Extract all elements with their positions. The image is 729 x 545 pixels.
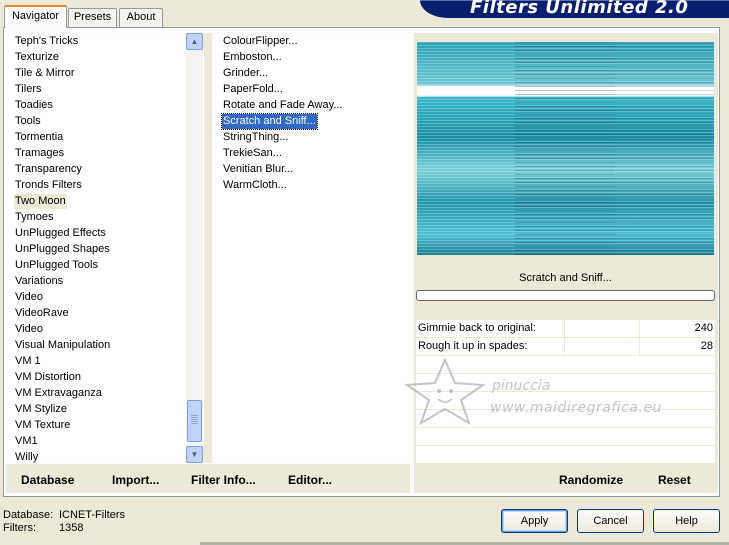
status-database-value: ICNET-Filters (59, 509, 125, 521)
preview-filter-name: Scratch and Sniff... (519, 272, 612, 284)
param-row[interactable]: Gimmie back to original: 240 (416, 320, 715, 338)
progress-bar (416, 290, 715, 301)
preview-image (417, 42, 714, 255)
filter-item[interactable]: Scratch and Sniff... (221, 113, 318, 130)
reset-button[interactable]: Reset (658, 473, 691, 487)
category-item[interactable]: Video (14, 322, 44, 337)
database-button[interactable]: Database (21, 473, 74, 487)
app-title: Filters Unlimited 2.0 (470, 0, 689, 18)
category-item[interactable]: UnPlugged Tools (14, 258, 99, 273)
star-watermark-icon (405, 357, 486, 425)
cancel-button[interactable]: Cancel (577, 509, 644, 533)
tab-about[interactable]: About (119, 8, 163, 27)
list-divider (204, 33, 212, 463)
category-item[interactable]: VM 1 (14, 354, 42, 369)
filter-item[interactable]: TrekieSan... (222, 146, 283, 161)
category-item[interactable]: VM Extravaganza (14, 386, 103, 401)
scroll-up-arrow-icon[interactable]: ▲ (186, 33, 203, 50)
scroll-down-arrow-icon[interactable]: ▼ (186, 446, 203, 463)
category-item[interactable]: Tormentia (14, 130, 64, 145)
filter-item[interactable]: Emboston... (222, 50, 283, 65)
filter-item[interactable]: WarmCloth... (222, 178, 288, 193)
param-row[interactable]: Rough it up in spades: 28 (416, 338, 715, 356)
category-item[interactable]: Tronds Filters (14, 178, 83, 193)
category-item[interactable]: Tramages (14, 146, 65, 161)
import-button[interactable]: Import... (112, 473, 159, 487)
category-item[interactable]: Texturize (14, 50, 60, 65)
category-item[interactable]: Two Moon (14, 194, 67, 209)
watermark-url: www.maidiregrafica.eu (490, 400, 662, 416)
category-scrollbar[interactable]: ▲ ▼ (186, 33, 203, 463)
category-item[interactable]: Transparency (14, 162, 83, 177)
param-row-empty (416, 446, 715, 464)
filter-item[interactable]: StringThing... (222, 130, 289, 145)
watermark-text: pinuccia (492, 378, 551, 394)
category-list[interactable]: Teph's Tricks Texturize Tile & Mirror Tiler… (8, 33, 204, 463)
category-item[interactable]: Visual Manipulation (14, 338, 111, 353)
category-item[interactable]: Toadies (14, 98, 54, 113)
category-item[interactable]: Willy (14, 450, 39, 465)
category-item[interactable]: Tools (14, 114, 42, 129)
category-item[interactable]: Video (14, 290, 44, 305)
help-button[interactable]: Help (653, 509, 720, 533)
category-item[interactable]: Tile & Mirror (14, 66, 75, 81)
filter-item[interactable]: ColourFlipper... (222, 34, 299, 49)
param-label: Rough it up in spades: (418, 340, 528, 352)
status-filters-label: Filters: (3, 522, 36, 534)
param-row-empty (416, 428, 715, 446)
param-label: Gimmie back to original: (418, 322, 536, 334)
scroll-thumb[interactable] (187, 400, 202, 442)
category-item[interactable]: UnPlugged Shapes (14, 242, 111, 257)
param-slider[interactable] (564, 338, 640, 355)
filter-info-button[interactable]: Filter Info... (191, 473, 256, 487)
category-item[interactable]: UnPlugged Effects (14, 226, 107, 241)
category-item[interactable]: Variations (14, 274, 64, 289)
category-item[interactable]: VM Distortion (14, 370, 82, 385)
status-database-label: Database: (3, 509, 54, 521)
status-filters-value: 1358 (59, 522, 84, 534)
filter-item[interactable]: Rotate and Fade Away... (222, 98, 343, 113)
category-item[interactable]: VM Stylize (14, 402, 68, 417)
category-item[interactable]: VideoRave (14, 306, 70, 321)
category-item[interactable]: Tilers (14, 82, 42, 97)
param-value: 28 (700, 340, 713, 352)
apply-button[interactable]: Apply (501, 509, 568, 533)
param-slider[interactable] (564, 320, 640, 337)
randomize-button[interactable]: Randomize (559, 473, 623, 487)
category-item[interactable]: VM1 (14, 434, 39, 449)
param-value: 240 (694, 322, 713, 334)
category-item[interactable]: Teph's Tricks (14, 34, 79, 49)
category-item[interactable]: Tymoes (14, 210, 55, 225)
category-item[interactable]: VM Texture (14, 418, 71, 433)
tab-navigator[interactable]: Navigator (4, 5, 67, 28)
filter-item[interactable]: PaperFold... (222, 82, 284, 97)
filter-item[interactable]: Venitian Blur... (222, 162, 294, 177)
tab-presets[interactable]: Presets (68, 8, 117, 27)
filter-list[interactable]: ColourFlipper... Emboston... Grinder... Pap… (216, 33, 410, 463)
filter-item[interactable]: Grinder... (222, 66, 269, 81)
editor-button[interactable]: Editor... (288, 473, 332, 487)
